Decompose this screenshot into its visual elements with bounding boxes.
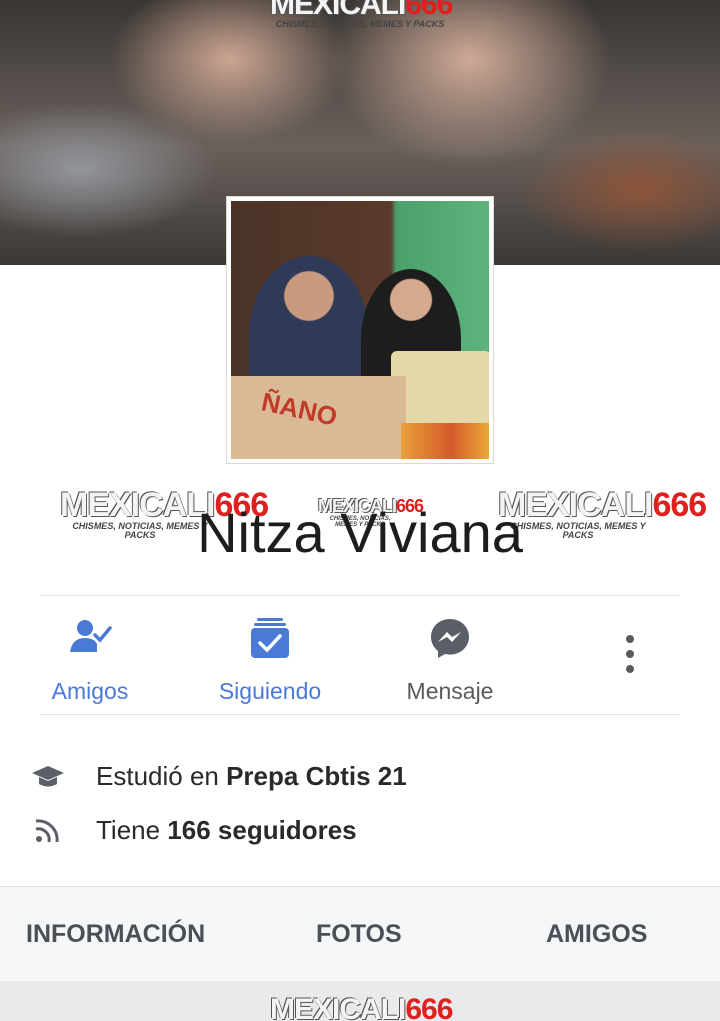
following-check-icon	[251, 618, 289, 658]
profile-name: Nitza Viviana	[197, 501, 523, 564]
tab-amigos[interactable]: AMIGOS	[546, 920, 647, 949]
graduation-cap-icon	[32, 766, 64, 787]
watermark-bottom: MEXICALI666	[270, 993, 453, 1021]
friends-label: Amigos	[51, 678, 129, 704]
friends-button[interactable]: Amigos	[40, 596, 140, 714]
tab-fotos[interactable]: FOTOS	[316, 920, 402, 949]
profile-picture[interactable]: ÑANO	[226, 196, 494, 464]
watermark-top: MEXICALI666 CHISMES, NOTICIAS, MEMES Y P…	[270, 0, 453, 29]
info-education[interactable]: Estudió en Prepa Cbtis 21	[0, 756, 720, 796]
message-button[interactable]: Mensaje	[395, 596, 505, 714]
messenger-icon	[431, 619, 469, 658]
rss-icon	[35, 819, 59, 843]
profile-actions-bar: Amigos Siguiendo Mensaje	[40, 595, 680, 715]
followers-text: Tiene 166 seguidores	[96, 815, 357, 845]
info-followers[interactable]: Tiene 166 seguidores	[0, 810, 720, 850]
feed-section: MEXICALI666	[0, 981, 720, 1021]
profile-photo-image: ÑANO	[231, 201, 489, 459]
more-options-button[interactable]	[610, 596, 650, 714]
friends-check-icon	[70, 620, 112, 652]
message-label: Mensaje	[406, 678, 494, 704]
tab-informacion[interactable]: INFORMACIÓN	[26, 920, 205, 949]
following-button[interactable]: Siguiendo	[210, 596, 330, 714]
more-vertical-icon	[626, 635, 634, 673]
profile-tabs: INFORMACIÓN FOTOS AMIGOS	[0, 886, 720, 982]
education-text: Estudió en Prepa Cbtis 21	[96, 761, 407, 791]
following-label: Siguiendo	[218, 678, 322, 704]
